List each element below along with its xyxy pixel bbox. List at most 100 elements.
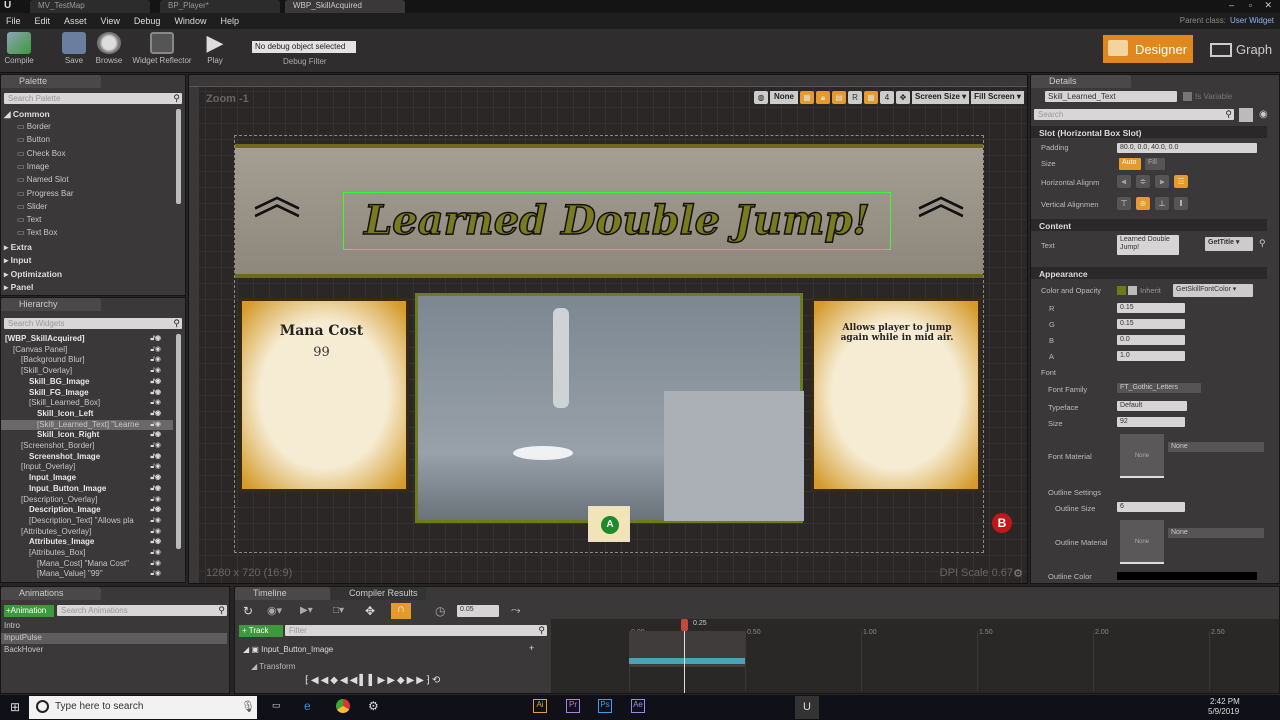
typeface-select[interactable]: Default (1117, 401, 1187, 411)
hierarchy-item[interactable]: [Screenshot_Border] 🔓︎◉ (1, 441, 173, 452)
lock-eye-icon[interactable]: 🔓︎◉ (150, 420, 161, 429)
valign-center-icon[interactable]: ⊕ (1136, 197, 1150, 210)
refresh-icon[interactable]: ↻ (243, 604, 253, 618)
hierarchy-item[interactable]: [Attributes_Overlay] 🔓︎◉ (1, 527, 173, 538)
hierarchy-search-input[interactable]: Search Widgets ⚲ (4, 318, 182, 329)
is-variable-checkbox[interactable] (1183, 92, 1192, 101)
palette-item[interactable]: ▭ Named Slot (17, 175, 69, 186)
respect-locks-button[interactable]: R (848, 91, 862, 104)
illustrator-icon[interactable]: Ai (533, 699, 547, 713)
tab-wbp-skillacquired[interactable]: WBP_SkillAcquired (285, 0, 405, 13)
designer-canvas[interactable]: Zoom -1 ◍ None ▦ 🔒︎ ▤ R ▦ 4 ✥ Screen Siz… (188, 74, 1028, 584)
add-key-plus-icon[interactable]: + (529, 643, 534, 653)
photoshop-icon[interactable]: Ps (598, 699, 612, 713)
screen-size-select[interactable]: Screen Size ▾ (912, 91, 970, 104)
animations-tab[interactable]: Animations (1, 587, 101, 600)
skill-learned-text[interactable]: Learned Double Jump! (343, 192, 891, 250)
palette-item[interactable]: ▭ Border (17, 122, 51, 133)
input-button-image[interactable]: A (601, 516, 619, 534)
palette-item[interactable]: ▭ Text Box (17, 228, 57, 239)
align-right-icon[interactable]: ⫸ (1155, 175, 1169, 188)
save-button[interactable]: Save (60, 32, 88, 65)
menu-window[interactable]: Window (174, 16, 206, 26)
hierarchy-item[interactable]: Description_Image 🔓︎◉ (1, 505, 173, 516)
outline-material-thumbnail[interactable]: None (1120, 520, 1164, 564)
input-image[interactable]: A (588, 506, 630, 542)
lock-eye-icon[interactable]: 🔓︎◉ (150, 516, 161, 525)
hierarchy-item[interactable]: Skill_BG_Image 🔓︎◉ (1, 377, 173, 388)
color-binding-select[interactable]: GetSkillFontColor ▾ (1173, 284, 1253, 297)
widget-name-input[interactable]: Skill_Learned_Text (1045, 91, 1177, 102)
widget-reflector-button[interactable]: Widget Reflector (130, 32, 194, 65)
lock-eye-icon[interactable]: 🔓︎◉ (150, 355, 161, 364)
mana-cost-text[interactable]: Mana Cost (264, 323, 379, 339)
lock-eye-icon[interactable]: 🔓︎◉ (150, 462, 161, 471)
fill-screen-select[interactable]: Fill Screen ▾ (971, 91, 1024, 104)
windows-start-icon[interactable]: ⊞ (10, 700, 20, 714)
palette-category[interactable]: ▸ Extra (4, 242, 32, 253)
visibility-eye-icon[interactable]: ◉ (1259, 109, 1268, 120)
text-value-input[interactable]: Learned Double Jump! (1117, 235, 1179, 255)
after-effects-icon[interactable]: Ae (631, 699, 645, 713)
skill-bg-image[interactable]: ︽ ︽ Learned Double Jump! (235, 144, 983, 278)
maximize-button[interactable]: ▫ (1249, 0, 1252, 10)
appearance-section-header[interactable]: Appearance (1031, 267, 1267, 279)
lock-eye-icon[interactable]: 🔓︎◉ (150, 495, 161, 504)
hierarchy-item[interactable]: [Attributes_Box] 🔓︎◉ (1, 548, 173, 559)
task-view-icon[interactable]: ▭ (272, 700, 281, 711)
lock-eye-icon[interactable]: 🔓︎◉ (150, 559, 161, 568)
widget-preview-root[interactable]: ︽ ︽ Learned Double Jump! Mana Cost 99 A … (234, 135, 984, 553)
valign-top-icon[interactable]: ⊤ (1117, 197, 1131, 210)
mana-value-text[interactable]: 99 (264, 345, 379, 360)
menu-debug[interactable]: Debug (134, 16, 161, 26)
lock-eye-icon[interactable]: 🔓︎◉ (150, 484, 161, 493)
hierarchy-item[interactable]: Screenshot_Image 🔓︎◉ (1, 452, 173, 463)
property-matrix-icon[interactable] (1239, 108, 1253, 122)
details-search-input[interactable]: Search ⚲ (1034, 109, 1234, 120)
font-size-input[interactable]: 92 (1117, 417, 1185, 427)
valign-fill-icon[interactable]: ‖ (1174, 197, 1188, 210)
hierarchy-item[interactable]: Skill_Icon_Right 🔓︎◉ (1, 430, 173, 441)
hierarchy-item[interactable]: [Description_Overlay] 🔓︎◉ (1, 495, 173, 506)
screenshot-image[interactable] (415, 293, 804, 523)
lock-eye-icon[interactable]: 🔓︎◉ (150, 452, 161, 461)
edge-icon[interactable]: e (304, 699, 311, 713)
color-g-input[interactable]: 0.15 (1117, 319, 1185, 329)
palette-category-common[interactable]: ◢ Common (4, 109, 50, 120)
playback-controls[interactable]: ⁅◀◀◆◀◀▌▌▶▶◆▶▶⁆⟲ (305, 675, 442, 686)
hierarchy-tab[interactable]: Hierarchy (1, 298, 101, 311)
menu-help[interactable]: Help (220, 16, 239, 26)
browse-button[interactable]: Browse (94, 32, 124, 65)
play-button[interactable]: ▶ Play (200, 32, 230, 66)
lock-eye-icon[interactable]: 🔓︎◉ (150, 366, 161, 375)
minimize-button[interactable]: – (1229, 0, 1234, 10)
animation-item[interactable]: InputPulse (1, 633, 227, 644)
menu-edit[interactable]: Edit (35, 16, 51, 26)
palette-category[interactable]: ▸ Input (4, 255, 31, 266)
lock-eye-icon[interactable]: 🔓︎◉ (150, 430, 161, 439)
hierarchy-item[interactable]: [Skill_Learned_Box] 🔓︎◉ (1, 398, 173, 409)
font-material-select[interactable]: None (1168, 442, 1264, 452)
lock-eye-icon[interactable]: 🔓︎◉ (150, 441, 161, 450)
animations-search-input[interactable]: Search Animations ⚲ (57, 605, 227, 616)
outline-settings-label[interactable]: Outline Settings (1048, 488, 1101, 497)
track-input-button-image[interactable]: ◢ ▣ Input_Button_Image (243, 645, 333, 654)
sub-track-transform[interactable]: ◢ Transform (251, 662, 295, 671)
hierarchy-scrollbar[interactable] (176, 334, 181, 549)
text-binding-select[interactable]: GetTitle ▾ (1205, 237, 1253, 251)
lock-eye-icon[interactable]: 🔓︎◉ (150, 569, 161, 578)
snap-magnet-icon[interactable]: ∩ (391, 603, 411, 619)
slot-section-header[interactable]: Slot (Horizontal Box Slot) (1031, 126, 1267, 138)
compiler-results-tab[interactable]: Compiler Results (331, 587, 426, 600)
color-a-input[interactable]: 1.0 (1117, 351, 1185, 361)
hierarchy-item[interactable]: [Canvas Panel] 🔓︎◉ (1, 345, 173, 356)
hierarchy-item[interactable]: Attributes_Image 🔓︎◉ (1, 537, 173, 548)
selection-options-icon[interactable]: □▾ (333, 605, 344, 616)
description-text[interactable]: Allows player to jump again while in mid… (832, 323, 962, 343)
skill-icon-left[interactable]: ︽ (253, 174, 301, 222)
hierarchy-item[interactable]: [WBP_SkillAcquired] 🔓︎◉ (1, 334, 173, 345)
color-b-input[interactable]: 0.0 (1117, 335, 1185, 345)
menu-asset[interactable]: Asset (64, 16, 87, 26)
skill-icon-right[interactable]: ︽ (917, 174, 965, 222)
hierarchy-item[interactable]: [Input_Overlay] 🔓︎◉ (1, 462, 173, 473)
